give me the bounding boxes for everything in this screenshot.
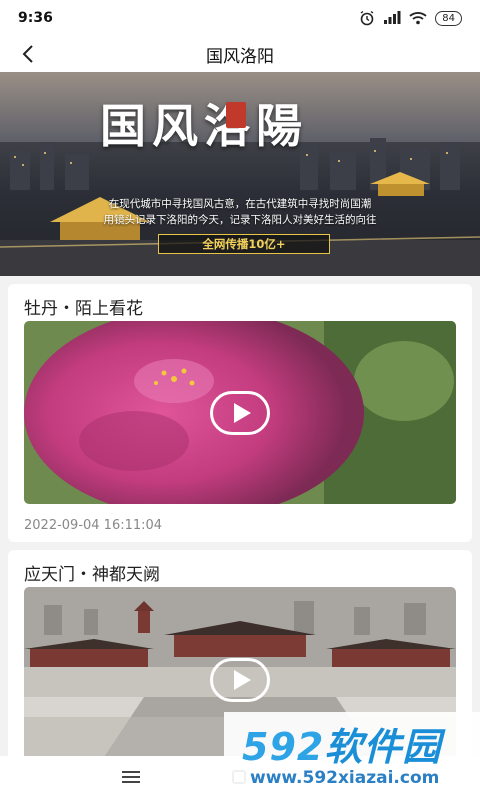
play-button[interactable] <box>210 390 270 435</box>
status-bar: 9:36 84 <box>0 0 480 36</box>
watermark-brand-name: 软件园 <box>324 725 442 769</box>
back-button[interactable] <box>14 40 42 68</box>
status-time: 9:36 <box>18 10 53 26</box>
banner-badge: 全网传播10亿+ <box>158 234 330 254</box>
hero-banner[interactable]: 国风洛陽 在现代城市中寻找国风古意，在古代建筑中寻找时尚国潮 用镜头记录下洛阳的… <box>0 72 480 276</box>
video-card[interactable]: 牡丹・陌上看花 2022-09-04 16:11:04 <box>8 284 472 542</box>
play-icon <box>234 669 251 690</box>
watermark-logo: 592软件园 <box>242 716 441 771</box>
status-icons: 84 <box>359 10 462 26</box>
video-date: 2022-09-04 16:11:04 <box>24 518 163 533</box>
banner-description: 在现代城市中寻找国风古意，在古代建筑中寻找时尚国潮 用镜头记录下洛阳的今天，记录… <box>0 196 480 228</box>
video-title: 应天门・神都天阙 <box>24 565 160 585</box>
video-title: 牡丹・陌上看花 <box>24 299 143 319</box>
banner-desc-line-1: 在现代城市中寻找国风古意，在古代建筑中寻找时尚国潮 <box>108 198 372 210</box>
watermark-url: www.592xiazai.com <box>250 768 440 788</box>
play-icon <box>234 402 251 423</box>
watermark-brand-number: 592 <box>242 725 325 769</box>
video-thumbnail[interactable] <box>24 321 456 504</box>
wifi-icon <box>409 12 427 25</box>
banner-title: 国风洛陽 <box>100 99 308 153</box>
alarm-icon <box>360 10 374 26</box>
menu-icon[interactable] <box>122 768 140 786</box>
chevron-left-icon <box>22 45 33 63</box>
battery-indicator: 84 <box>435 10 462 26</box>
site-watermark: 592软件园 www.592xiazai.com <box>224 712 480 800</box>
banner-desc-line-2: 用镜头记录下洛阳的今天，记录下洛阳人对美好生活的向往 <box>103 214 377 226</box>
seal-icon <box>226 102 246 128</box>
page-header: 国风洛阳 <box>0 36 480 72</box>
play-button[interactable] <box>210 657 270 702</box>
signal-icon <box>384 11 401 24</box>
page-title: 国风洛阳 <box>206 46 274 67</box>
